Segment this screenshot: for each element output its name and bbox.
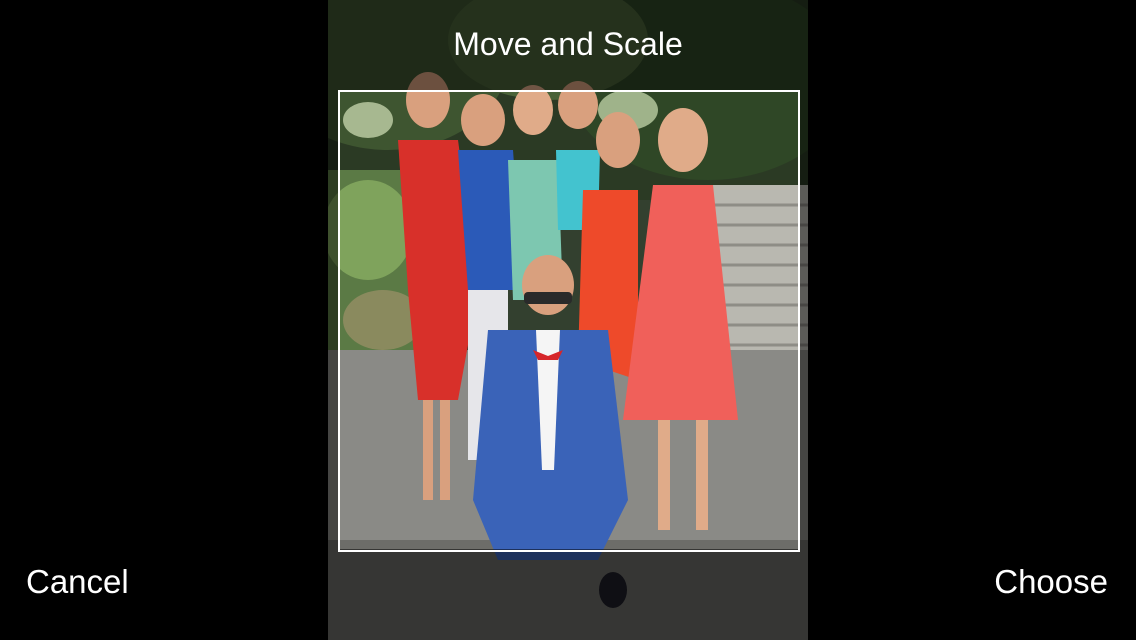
image-crop-screen: Move and Scale Cancel Choose — [0, 0, 1136, 640]
photo-illustration — [328, 0, 808, 640]
choose-button[interactable]: Choose — [994, 560, 1108, 604]
cancel-button[interactable]: Cancel — [26, 560, 129, 604]
group-photo[interactable] — [328, 0, 808, 640]
page-title: Move and Scale — [453, 26, 683, 62]
